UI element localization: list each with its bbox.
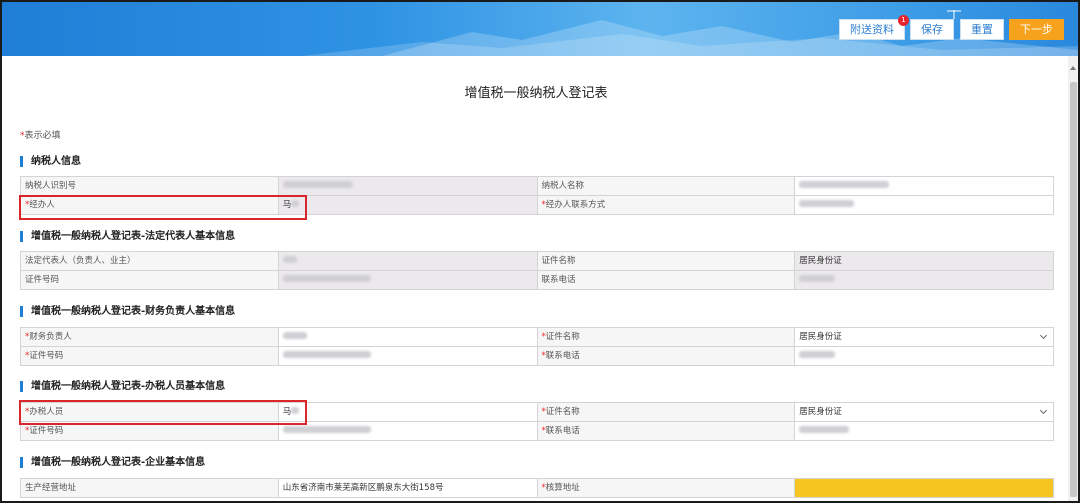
- field-value-text: 居民身份证: [799, 256, 842, 266]
- redacted-value: [282, 351, 371, 358]
- redacted-value: [799, 200, 855, 207]
- form-grid: *财务负责人 *证件名称 居民身份证 *证件号码 *联系电话: [20, 327, 1054, 366]
- attach-materials-button[interactable]: 附送资料: [839, 19, 905, 40]
- scroll-up-arrow-icon[interactable]: [1070, 66, 1076, 70]
- form-grid: 法定代表人（负责人、业主） 证件名称 居民身份证证件号码 联系电话: [20, 251, 1054, 290]
- field-label: *经办人联系方式: [537, 196, 796, 215]
- field-label: 证件号码: [21, 271, 279, 290]
- field-label-text: 核算地址: [545, 483, 580, 493]
- redacted-value: [282, 181, 353, 188]
- section-title: 增值税一般纳税人登记表-法定代表人基本信息: [20, 231, 235, 242]
- reset-label: 重置: [971, 23, 993, 36]
- field-label-text: 财务负责人: [29, 332, 72, 342]
- form-row: 法定代表人（负责人、业主） 证件名称 居民身份证: [21, 252, 1054, 271]
- field-value-text: 居民身份证: [799, 407, 842, 417]
- redacted-value: [282, 256, 297, 263]
- field-label: *联系电话: [537, 347, 796, 366]
- section-title: 增值税一般纳税人登记表-办税人员基本信息: [20, 381, 225, 392]
- chevron-down-icon[interactable]: [1039, 331, 1048, 340]
- field-label: 联系电话: [537, 271, 796, 290]
- required-note-text: 表示必填: [24, 131, 61, 141]
- field-label-text: 证件名称: [545, 407, 580, 417]
- field-select[interactable]: 居民身份证: [795, 328, 1054, 347]
- form-title: 增值税一般纳税人登记表: [464, 86, 608, 101]
- header-banner: 附送资料 1 保存 重置 下一步: [2, 2, 1078, 56]
- redacted-value: [282, 332, 307, 339]
- form-row: *证件号码 *联系电话: [21, 347, 1054, 366]
- field-label: 法定代表人（负责人、业主）: [21, 252, 279, 271]
- field-label: *证件号码: [21, 347, 279, 366]
- redacted-value: [282, 426, 371, 433]
- field-label: *联系电话: [537, 422, 796, 441]
- field-value[interactable]: 马: [278, 196, 538, 215]
- form-row: 证件号码 联系电话: [21, 271, 1054, 290]
- field-label-text: 纳税人名称: [541, 181, 585, 191]
- save-button[interactable]: 保存: [910, 19, 954, 40]
- field-label-text: 联系电话: [545, 426, 580, 436]
- reset-button[interactable]: 重置: [960, 19, 1004, 40]
- form-row: *财务负责人 *证件名称 居民身份证: [21, 328, 1054, 347]
- field-label-text: 纳税人识别号: [25, 181, 77, 191]
- field-value[interactable]: [278, 328, 538, 347]
- highlight-box-handler: [19, 195, 307, 220]
- field-value[interactable]: 山东省济南市莱芜高新区鹏泉东大街158号: [278, 479, 538, 498]
- field-value[interactable]: [795, 347, 1054, 366]
- field-label: 纳税人名称: [537, 177, 796, 196]
- field-label-text: 联系电话: [545, 351, 580, 361]
- field-select[interactable]: 居民身份证: [795, 403, 1054, 422]
- section-title: 增值税一般纳税人登记表-企业基本信息: [20, 457, 205, 468]
- next-step-button[interactable]: 下一步: [1009, 19, 1064, 40]
- field-label-text: 经办人联系方式: [545, 200, 606, 210]
- field-value[interactable]: [278, 422, 538, 441]
- form-grid: 生产经营地址 山东省济南市莱芜高新区鹏泉东大街158号 *核算地址: [20, 478, 1054, 498]
- field-label-text: 生产经营地址: [25, 483, 77, 493]
- attach-materials-label: 附送资料: [850, 23, 894, 36]
- field-value[interactable]: [795, 479, 1054, 498]
- field-label: 证件名称: [537, 252, 796, 271]
- field-value-text: 居民身份证: [799, 332, 842, 342]
- redacted-value: [282, 275, 371, 282]
- form-row: 生产经营地址 山东省济南市莱芜高新区鹏泉东大街158号 *核算地址: [21, 479, 1054, 498]
- form-row: 纳税人识别号 纳税人名称: [21, 177, 1054, 196]
- section-title: 增值税一般纳税人登记表-财务负责人基本信息: [20, 306, 235, 317]
- field-label-text: 证件名称: [541, 256, 576, 266]
- form-content: 增值税一般纳税人登记表 *表示必填 纳税人信息 纳税人识别号 纳税人名称 *经办人马 *…: [4, 56, 1068, 501]
- redacted-value: [799, 275, 836, 282]
- redacted-value: [799, 426, 850, 433]
- required-note: *表示必填: [20, 128, 61, 141]
- app-window: 附送资料 1 保存 重置 下一步 增值税一般纳税人登记表 *表示必填 纳税人信息…: [0, 0, 1080, 503]
- highlight-box-tax-officer: [19, 400, 307, 425]
- save-label: 保存: [921, 23, 943, 36]
- field-value[interactable]: 居民身份证: [795, 252, 1054, 271]
- section-title: 纳税人信息: [20, 156, 81, 167]
- field-label-text: 法定代表人（负责人、业主）: [25, 256, 136, 266]
- chevron-down-icon[interactable]: [1039, 406, 1048, 415]
- field-value[interactable]: [795, 422, 1054, 441]
- field-value[interactable]: [278, 347, 538, 366]
- field-value-text: 山东省济南市莱芜高新区鹏泉东大街158号: [282, 483, 444, 493]
- field-label: *财务负责人: [21, 328, 279, 347]
- field-label-text: 证件号码: [25, 275, 60, 285]
- redacted-value: [799, 351, 836, 358]
- field-value[interactable]: [795, 177, 1054, 196]
- field-label-text: 证件号码: [29, 351, 64, 361]
- field-label: *核算地址: [537, 479, 796, 498]
- attach-count-badge: 1: [898, 15, 909, 26]
- field-value[interactable]: [795, 196, 1054, 215]
- field-label-text: 联系电话: [541, 275, 576, 285]
- field-label: 纳税人识别号: [21, 177, 279, 196]
- field-label: *证件名称: [537, 328, 796, 347]
- next-step-label: 下一步: [1020, 23, 1053, 36]
- field-value[interactable]: [278, 252, 538, 271]
- field-label: *证件名称: [537, 403, 796, 422]
- scrollbar-thumb[interactable]: [1070, 82, 1077, 497]
- field-value[interactable]: [278, 271, 538, 290]
- field-value[interactable]: [795, 271, 1054, 290]
- field-value[interactable]: 马: [278, 403, 538, 422]
- redacted-value: [799, 181, 890, 188]
- field-label-text: 证件名称: [545, 332, 580, 342]
- field-value[interactable]: [278, 177, 538, 196]
- field-label-text: 证件号码: [29, 426, 64, 436]
- field-label: 生产经营地址: [21, 479, 279, 498]
